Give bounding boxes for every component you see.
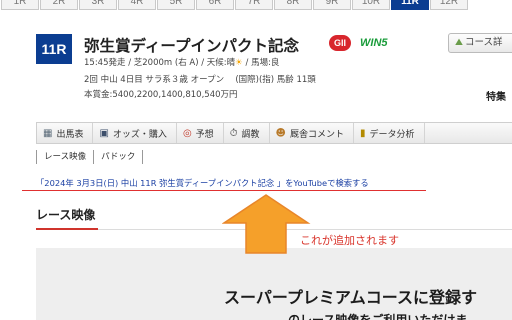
race-tab-2r[interactable]: 2R bbox=[40, 0, 78, 10]
tab-training[interactable]: ⏱ 調教 bbox=[224, 123, 270, 143]
race-tab-3r[interactable]: 3R bbox=[79, 0, 117, 10]
race-tab-9r[interactable]: 9R bbox=[313, 0, 351, 10]
bar-chart-icon: ▮ bbox=[359, 127, 366, 139]
race-title: 弥生賞ディープインパクト記念 bbox=[84, 37, 299, 55]
race-tab-10r[interactable]: 10R bbox=[352, 0, 390, 10]
race-conditions: 15:45発走 / 芝2000m (右 A) / 天候:晴☀ / 馬場:良 bbox=[84, 56, 279, 68]
special-feature-link[interactable]: 特集 bbox=[486, 88, 506, 103]
subtab-paddock[interactable]: パドック bbox=[94, 150, 144, 164]
race-tab-5r[interactable]: 5R bbox=[157, 0, 195, 10]
premium-upsell-box: スーパープレミアムコースに登録す のレース映像をご利用いただけま bbox=[36, 248, 512, 320]
tab-stable-comment[interactable]: ☻ 厩舎コメント bbox=[270, 123, 354, 143]
premium-subline: のレース映像をご利用いただけま bbox=[288, 313, 468, 320]
tab-prediction[interactable]: ◎ 予想 bbox=[177, 123, 224, 143]
win5-logo[interactable]: WIN5 bbox=[360, 37, 388, 49]
race-info: 2回 中山 4日目 サラ系３歳 オープン (国際)(指) 馬齢 11頭 bbox=[84, 75, 316, 85]
premium-headline: スーパープレミアムコースに登録す bbox=[224, 288, 477, 307]
target-icon: ◎ bbox=[182, 127, 192, 139]
race-tab-1r[interactable]: 1R bbox=[1, 0, 39, 10]
trainer-icon: ☻ bbox=[275, 127, 286, 139]
race-tab-6r[interactable]: 6R bbox=[196, 0, 234, 10]
section-title-underline bbox=[36, 228, 98, 230]
race-conditions-start: 15:45発走 / 芝2000m (右 A) / 天候:晴 bbox=[84, 58, 236, 68]
race-tab-7r[interactable]: 7R bbox=[235, 0, 273, 10]
sunny-weather-icon: ☀ bbox=[235, 58, 243, 68]
course-detail-button[interactable]: ⛰ コース詳 bbox=[448, 33, 512, 53]
prize-money: 本賞金:5400,2200,1400,810,540万円 bbox=[84, 90, 238, 100]
highlight-underline bbox=[22, 190, 426, 191]
race-tab-8r[interactable]: 8R bbox=[274, 0, 312, 10]
race-tab-12r[interactable]: 12R bbox=[430, 0, 468, 10]
course-button-label: コース詳 bbox=[464, 37, 503, 48]
stopwatch-icon: ⏱ bbox=[229, 127, 238, 139]
tab-odds[interactable]: ▣ オッズ・購入 bbox=[93, 123, 177, 143]
tab-training-label: 調教 bbox=[241, 129, 260, 140]
section-title: レース映像 bbox=[36, 208, 96, 222]
race-conditions-track: / 馬場:良 bbox=[242, 58, 280, 68]
annotation-text: これが追加されます bbox=[300, 234, 399, 247]
tab-data-analysis-label: データ分析 bbox=[369, 129, 415, 140]
tab-odds-label: オッズ・購入 bbox=[112, 129, 167, 140]
grade-badge: GII bbox=[329, 35, 351, 51]
tab-data-analysis[interactable]: ▮ データ分析 bbox=[354, 123, 425, 143]
youtube-search-link[interactable]: 「2024年 3月3日(日) 中山 11R 弥生賞ディープインパクト記念 」をY… bbox=[36, 177, 369, 189]
tab-entries-label: 出馬表 bbox=[56, 129, 84, 140]
odds-chart-icon: ▣ bbox=[99, 127, 109, 139]
race-number-tabs: 1R 2R 3R 4R 5R 6R 7R 8R 9R 10R 11R 12R bbox=[0, 0, 512, 12]
table-icon: ▦ bbox=[43, 127, 53, 139]
tab-entries[interactable]: ▦ 出馬表 bbox=[37, 123, 94, 143]
tab-prediction-label: 予想 bbox=[195, 129, 214, 140]
video-subtabs: レース映像 パドック bbox=[36, 150, 144, 164]
race-tab-4r[interactable]: 4R bbox=[118, 0, 156, 10]
tab-stable-comment-label: 厩舎コメント bbox=[289, 129, 344, 140]
subtab-race-video[interactable]: レース映像 bbox=[36, 150, 95, 164]
race-tab-11r-active[interactable]: 11R bbox=[391, 0, 429, 10]
course-map-icon: ⛰ bbox=[455, 37, 463, 48]
race-nav-tabs: ▦ 出馬表 ▣ オッズ・購入 ◎ 予想 ⏱ 調教 ☻ 厩舎コメント ▮ データ分… bbox=[36, 122, 512, 144]
race-number-badge: 11R bbox=[36, 34, 72, 64]
